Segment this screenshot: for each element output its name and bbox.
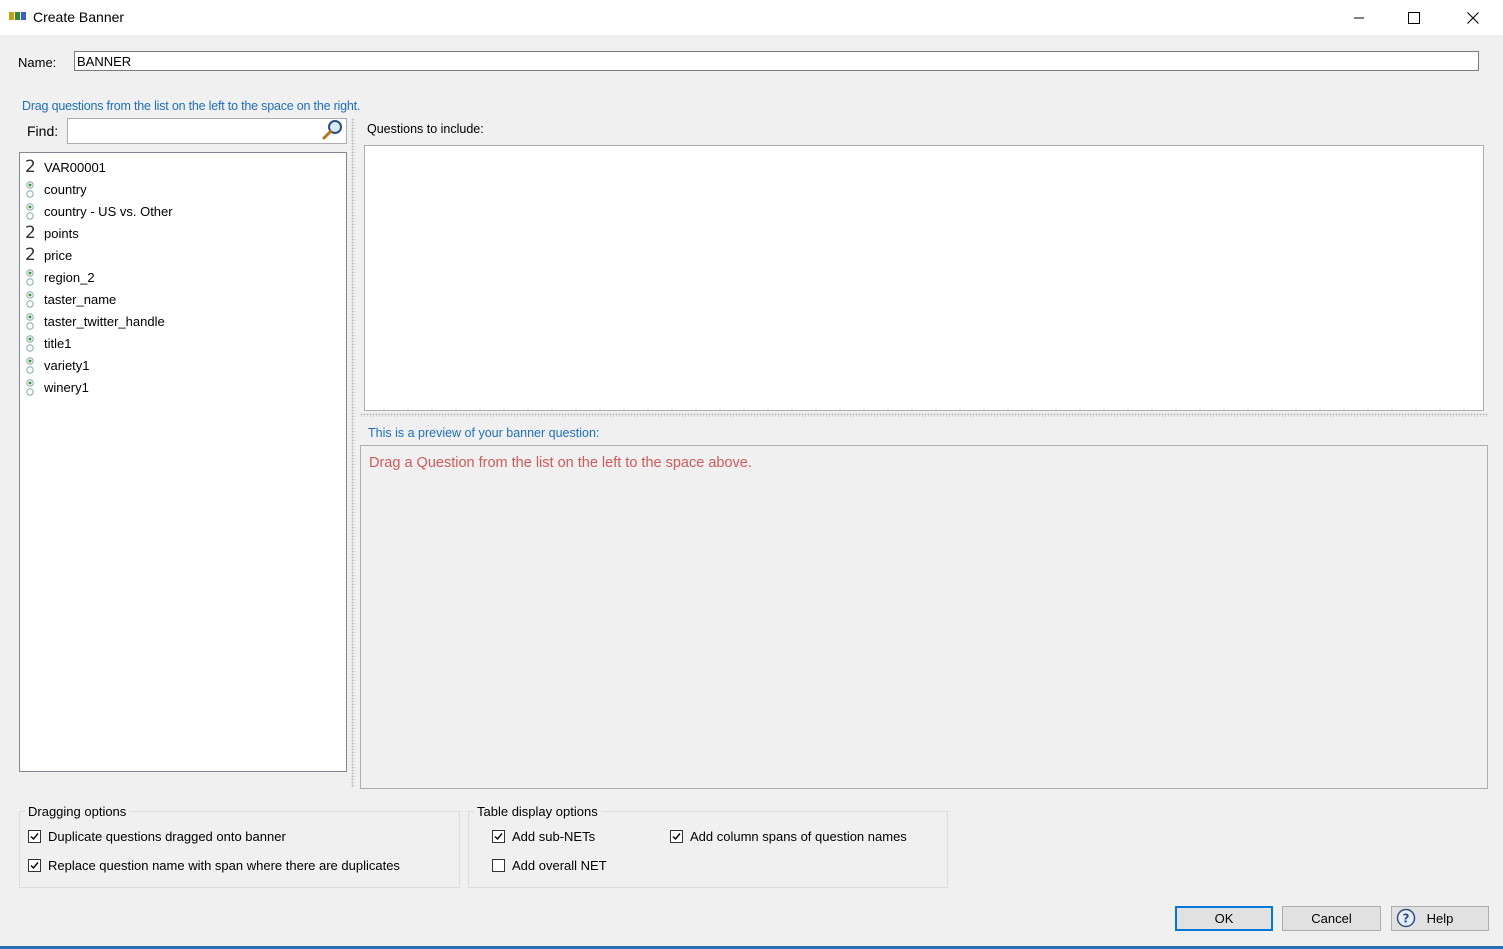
numeric-question-icon: 2 xyxy=(25,245,36,265)
title-bar[interactable] xyxy=(0,0,1503,35)
question-list[interactable]: 2 VAR00001 country country - US vs. Other 2 p… xyxy=(19,152,347,772)
questions-include-dropzone[interactable] xyxy=(364,145,1484,411)
dragging-options-title: Dragging options xyxy=(25,804,130,819)
checkbox-label: Replace question name with span where th… xyxy=(48,858,400,873)
help-button-label: Help xyxy=(1426,911,1454,926)
categorical-question-icon xyxy=(24,289,38,311)
checkbox-label: Add column spans of question names xyxy=(690,829,907,844)
svg-text:?: ? xyxy=(1403,912,1410,926)
name-input[interactable] xyxy=(74,51,1479,71)
window-title: Create Banner xyxy=(33,9,125,25)
question-item[interactable]: winery1 xyxy=(20,377,346,399)
question-item[interactable]: taster_twitter_handle xyxy=(20,311,346,333)
question-label: taster_twitter_handle xyxy=(44,314,165,329)
find-label: Find: xyxy=(27,123,59,139)
question-label: winery1 xyxy=(44,380,89,395)
minimize-button[interactable] xyxy=(1330,0,1388,35)
question-item[interactable]: title1 xyxy=(20,333,346,355)
checkbox-box[interactable] xyxy=(28,830,41,843)
instruction-text: Drag questions from the list on the left… xyxy=(22,99,361,113)
question-item[interactable]: region_2 xyxy=(20,267,346,289)
horizontal-splitter[interactable] xyxy=(360,413,1488,417)
numeric-question-icon: 2 xyxy=(25,157,36,177)
table-display-options-title: Table display options xyxy=(474,804,601,819)
question-label: points xyxy=(44,226,79,241)
question-label: taster_name xyxy=(44,292,117,307)
checkbox-label: Add sub-NETs xyxy=(512,829,596,844)
question-label: VAR00001 xyxy=(44,160,106,175)
question-label: country - US vs. Other xyxy=(44,204,173,219)
minimize-icon xyxy=(1354,17,1364,18)
preview-hint: Drag a Question from the list on the lef… xyxy=(369,455,752,471)
checkbox-box[interactable] xyxy=(492,859,505,872)
checkbox-box[interactable] xyxy=(492,830,505,843)
categorical-question-icon xyxy=(24,267,38,289)
close-icon xyxy=(1467,11,1479,24)
categorical-question-icon xyxy=(24,311,38,333)
question-label: title1 xyxy=(44,336,72,351)
question-label: variety1 xyxy=(44,358,90,373)
categorical-question-icon xyxy=(24,355,38,377)
checkbox-box[interactable] xyxy=(28,859,41,872)
question-item[interactable]: taster_name xyxy=(20,289,346,311)
categorical-question-icon xyxy=(24,201,38,223)
banner-app-icon xyxy=(9,12,27,20)
checkmark-icon xyxy=(494,833,503,841)
checkmark-icon xyxy=(30,833,39,841)
question-label: price xyxy=(44,248,73,263)
checkmark-icon xyxy=(30,862,39,870)
question-label: country xyxy=(44,182,87,197)
question-item[interactable]: 2 price xyxy=(20,245,346,267)
dragging-options-group xyxy=(19,811,460,888)
question-item[interactable]: variety1 xyxy=(20,355,346,377)
name-label: Name: xyxy=(18,55,57,70)
numeric-question-icon: 2 xyxy=(25,223,36,243)
add-sub-nets-checkbox[interactable]: Add sub-NETs xyxy=(492,829,595,844)
maximize-icon xyxy=(1408,11,1420,24)
duplicate-questions-checkbox[interactable]: Duplicate questions dragged onto banner xyxy=(28,829,286,844)
checkbox-label: Duplicate questions dragged onto banner xyxy=(48,829,286,844)
table-display-options-group xyxy=(468,811,948,888)
add-column-spans-checkbox[interactable]: Add column spans of question names xyxy=(670,829,907,844)
categorical-question-icon xyxy=(24,377,38,399)
help-icon: ? xyxy=(1396,908,1416,928)
cancel-button[interactable]: Cancel xyxy=(1282,906,1381,931)
categorical-question-icon xyxy=(24,333,38,355)
checkbox-label: Add overall NET xyxy=(512,858,607,873)
vertical-splitter[interactable] xyxy=(351,118,355,788)
question-item[interactable]: 2 points xyxy=(20,223,346,245)
question-item[interactable]: country xyxy=(20,179,346,201)
include-label: Questions to include: xyxy=(367,122,484,136)
banner-preview xyxy=(360,445,1488,789)
find-input[interactable] xyxy=(67,118,347,144)
maximize-button[interactable] xyxy=(1385,0,1443,35)
help-button[interactable]: ? Help xyxy=(1391,906,1489,931)
question-label: region_2 xyxy=(44,270,95,285)
close-button[interactable] xyxy=(1444,0,1502,35)
question-item[interactable]: 2 VAR00001 xyxy=(20,157,346,179)
categorical-question-icon xyxy=(24,179,38,201)
add-overall-net-checkbox[interactable]: Add overall NET xyxy=(492,858,607,873)
question-item[interactable]: country - US vs. Other xyxy=(20,201,346,223)
preview-label: This is a preview of your banner questio… xyxy=(368,426,600,440)
checkmark-icon xyxy=(672,833,681,841)
replace-name-with-span-checkbox[interactable]: Replace question name with span where th… xyxy=(28,858,400,873)
checkbox-box[interactable] xyxy=(670,830,683,843)
search-icon[interactable] xyxy=(320,118,346,142)
ok-button[interactable]: OK xyxy=(1175,906,1273,931)
